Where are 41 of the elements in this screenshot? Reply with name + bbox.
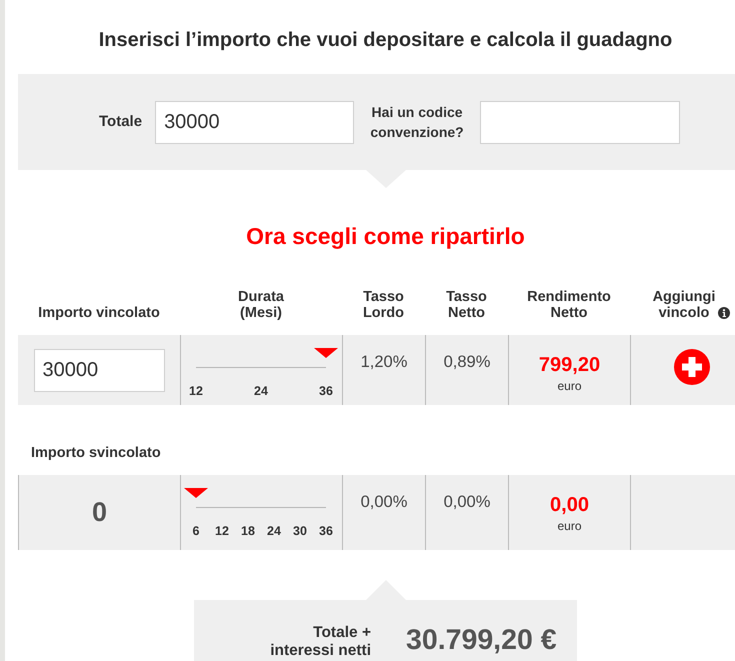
tick-label: 12 [189, 384, 203, 398]
tick-label: 36 [319, 524, 333, 538]
currency-unit: euro [557, 380, 582, 393]
tick-label: 36 [319, 384, 333, 398]
currency-unit: euro [557, 520, 582, 533]
slider-thumb[interactable] [184, 488, 208, 498]
tick-label: 12 [215, 524, 229, 538]
add-button[interactable] [674, 349, 710, 385]
amount-input[interactable]: 30000 [34, 348, 164, 392]
duration-slider[interactable]: 6 12 18 24 30 36 [184, 488, 338, 540]
column-header: Rendimento Netto [527, 290, 611, 321]
net-yield: 799,20 [538, 354, 600, 376]
page-title: Inserisci l’importo che vuoi depositare e calcola il guadagno [98, 28, 672, 52]
net-rate: 0,00% [444, 493, 490, 511]
tick-label: 18 [241, 524, 255, 538]
column-header: Durata (Mesi) [238, 290, 284, 321]
column-header: Tasso Netto [446, 290, 487, 321]
tick-label: 6 [192, 524, 200, 538]
section-label: Importo svincolato [31, 445, 161, 461]
slider-thumb[interactable] [314, 348, 338, 358]
section-heading: Ora scegli come ripartirlo [246, 223, 525, 249]
plus-icon [674, 349, 710, 385]
total-input[interactable]: 30000 [155, 100, 354, 144]
code-input[interactable] [480, 100, 680, 144]
tick-label: 24 [254, 384, 268, 398]
total-label: Totale + interessi netti [269, 624, 371, 660]
net-rate: 0,89% [444, 353, 490, 371]
code-label: Hai un codice convenzione? [369, 103, 465, 142]
amount-value: 0 [92, 497, 108, 528]
tick-label: 24 [267, 524, 281, 538]
net-yield: 0,00 [550, 494, 589, 516]
column-header: Importo vincolato [38, 306, 160, 321]
total-value: 30.799,20 € [406, 623, 557, 657]
tick-label: 30 [293, 524, 307, 538]
gross-rate: 1,20% [360, 353, 408, 371]
column-header: Aggiungi vincolo [652, 290, 716, 321]
gross-rate: 0,00% [360, 493, 408, 511]
info-icon[interactable] [718, 307, 730, 319]
duration-slider[interactable]: 12 24 36 [184, 348, 338, 400]
total-label: Totale [99, 112, 142, 132]
column-header: Tasso Lordo [362, 290, 404, 321]
